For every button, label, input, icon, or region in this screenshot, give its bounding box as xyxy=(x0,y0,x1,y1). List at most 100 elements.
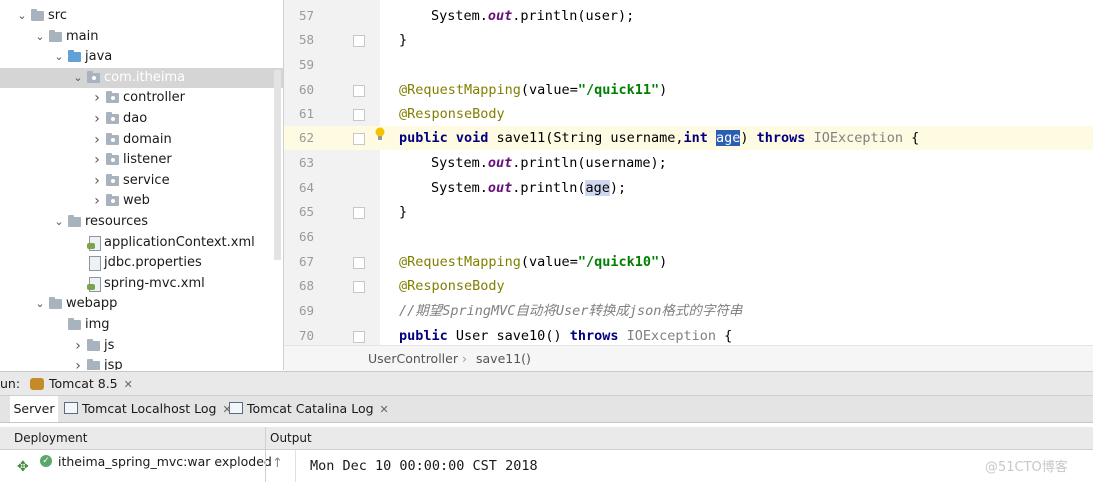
breadcrumb: UserController › save11() xyxy=(284,345,1093,371)
chevron-right-icon[interactable]: › xyxy=(91,130,103,150)
tree-item-label: jdbc.properties xyxy=(104,255,202,271)
tree-item-spring-mvc-xml[interactable]: spring-mvc.xml xyxy=(0,274,283,294)
close-icon[interactable]: ✕ xyxy=(380,403,389,416)
tree-item-js[interactable]: › js xyxy=(0,336,283,356)
fold-marker-icon[interactable] xyxy=(353,109,365,121)
tree-item-resources[interactable]: ⌄ resources xyxy=(0,212,283,232)
tree-item-listener[interactable]: › listener xyxy=(0,150,283,170)
fold-marker-icon[interactable] xyxy=(353,331,365,343)
chevron-right-icon[interactable]: › xyxy=(72,356,84,370)
tree-item-label: webapp xyxy=(66,296,118,312)
chevron-right-icon[interactable]: › xyxy=(91,171,103,191)
fold-marker-icon[interactable] xyxy=(353,85,365,97)
chevron-right-icon[interactable]: › xyxy=(72,336,84,356)
tree-item-service[interactable]: › service xyxy=(0,171,283,191)
selected-text: age xyxy=(716,130,741,146)
chevron-down-icon[interactable]: ⌄ xyxy=(53,212,65,232)
package-icon xyxy=(86,68,102,88)
chevron-down-icon[interactable]: ⌄ xyxy=(72,68,84,88)
line-number: 57 xyxy=(298,8,314,23)
tree-item-label: js xyxy=(104,337,115,353)
tree-item-label: listener xyxy=(123,152,172,168)
code-line-62: public void save11(String username,int a… xyxy=(399,130,920,146)
code-line-57: System.out.println(user); xyxy=(431,8,635,24)
tree-item-dao[interactable]: › dao xyxy=(0,109,283,129)
tree-item-img[interactable]: img xyxy=(0,315,283,335)
tree-item-controller[interactable]: › controller xyxy=(0,88,283,108)
tree-item-applicationcontext-xml[interactable]: applicationContext.xml xyxy=(0,233,283,253)
line-number: 68 xyxy=(298,278,314,293)
tree-item-java[interactable]: ⌄ java xyxy=(0,47,283,67)
tree-item-domain[interactable]: › domain xyxy=(0,130,283,150)
tree-item-label: src xyxy=(48,8,67,23)
tree-item-jdbc-properties[interactable]: jdbc.properties xyxy=(0,253,283,273)
fold-marker-icon[interactable] xyxy=(353,35,365,47)
tree-item-label: main xyxy=(66,28,99,44)
tree-item-web[interactable]: › web xyxy=(0,191,283,211)
log-icon xyxy=(229,402,243,414)
tree-item-src[interactable]: ⌄ src xyxy=(0,6,283,26)
deployment-item[interactable]: itheima_spring_mvc:war exploded xyxy=(58,454,272,469)
scroll-up-icon[interactable]: ↑ xyxy=(272,456,283,471)
fold-marker-icon[interactable] xyxy=(353,133,365,145)
chevron-down-icon[interactable]: ⌄ xyxy=(34,27,46,47)
chevron-down-icon[interactable]: ⌄ xyxy=(53,47,65,67)
watermark: @51CTO博客 xyxy=(985,460,1068,475)
line-number: 66 xyxy=(298,229,314,244)
package-icon xyxy=(105,171,121,191)
tree-item-label: jsp xyxy=(104,358,123,370)
tree-item-com-itheima[interactable]: ⌄ com.itheima xyxy=(0,67,283,88)
line-number: 69 xyxy=(298,303,314,318)
tomcat-icon xyxy=(30,378,44,390)
code-line-61: @ResponseBody xyxy=(399,106,505,122)
tab-tomcat-catalina-log[interactable]: Tomcat Catalina Log ✕ xyxy=(229,396,389,422)
close-icon[interactable]: ✕ xyxy=(124,378,133,391)
chevron-down-icon[interactable]: ⌄ xyxy=(34,294,46,314)
tab-server[interactable]: Server xyxy=(10,396,58,422)
line-number: 65 xyxy=(298,204,314,219)
tree-item-label: resources xyxy=(85,214,149,229)
line-number: 64 xyxy=(298,180,314,195)
intention-bulb-icon[interactable] xyxy=(374,126,386,142)
fold-marker-icon[interactable] xyxy=(353,207,365,219)
tree-item-label: web xyxy=(123,193,150,209)
chevron-right-icon[interactable]: › xyxy=(91,88,103,108)
xml-file-icon xyxy=(86,274,102,294)
code-line-67: @RequestMapping(value="/quick10") xyxy=(399,254,668,270)
chevron-right-icon[interactable]: › xyxy=(91,109,103,129)
chevron-right-icon[interactable]: › xyxy=(91,191,103,211)
tree-item-label: dao xyxy=(123,111,148,126)
breadcrumb-class[interactable]: UserController xyxy=(368,346,458,371)
line-number: 60 xyxy=(298,82,314,97)
tree-item-jsp[interactable]: › jsp xyxy=(0,356,283,370)
folder-icon xyxy=(48,27,64,47)
folder-icon xyxy=(67,212,83,232)
run-tabs: Server Tomcat Localhost Log ✕ Tomcat Cata… xyxy=(0,395,1093,423)
run-toolbar: un: Tomcat 8.5 ✕ xyxy=(0,371,1093,396)
fold-marker-icon[interactable] xyxy=(353,257,365,269)
fold-marker-icon[interactable] xyxy=(353,281,365,293)
chevron-down-icon[interactable]: ⌄ xyxy=(16,6,28,26)
line-number: 61 xyxy=(298,106,314,121)
folder-icon xyxy=(86,356,102,370)
code-line-64: System.out.println(age); xyxy=(431,180,627,196)
breadcrumb-method[interactable]: save11() xyxy=(476,346,531,371)
package-icon xyxy=(105,88,121,108)
run-config-tab[interactable]: Tomcat 8.5 ✕ xyxy=(30,372,133,397)
line-number: 59 xyxy=(298,57,314,72)
tree-item-label: applicationContext.xml xyxy=(104,234,255,250)
chevron-right-icon[interactable]: › xyxy=(91,150,103,170)
tree-item-label: spring-mvc.xml xyxy=(104,275,205,291)
redeploy-icon[interactable]: ✥ xyxy=(17,459,29,475)
tree-item-webapp[interactable]: ⌄ webapp xyxy=(0,294,283,314)
tree-item-main[interactable]: ⌄ main xyxy=(0,27,283,47)
run-pane-headers: Deployment Output xyxy=(0,427,1093,450)
tab-tomcat-localhost-log[interactable]: Tomcat Localhost Log ✕ xyxy=(64,396,232,422)
folder-icon xyxy=(48,294,64,314)
code-line-69: //期望SpringMVC自动将User转换成json格式的字符串 xyxy=(399,303,743,319)
folder-icon xyxy=(67,47,83,67)
tree-item-label: com.itheima xyxy=(104,69,186,85)
tree-scrollbar[interactable] xyxy=(274,70,281,260)
output-header: Output xyxy=(270,431,312,445)
code-line-60: @RequestMapping(value="/quick11") xyxy=(399,82,668,98)
